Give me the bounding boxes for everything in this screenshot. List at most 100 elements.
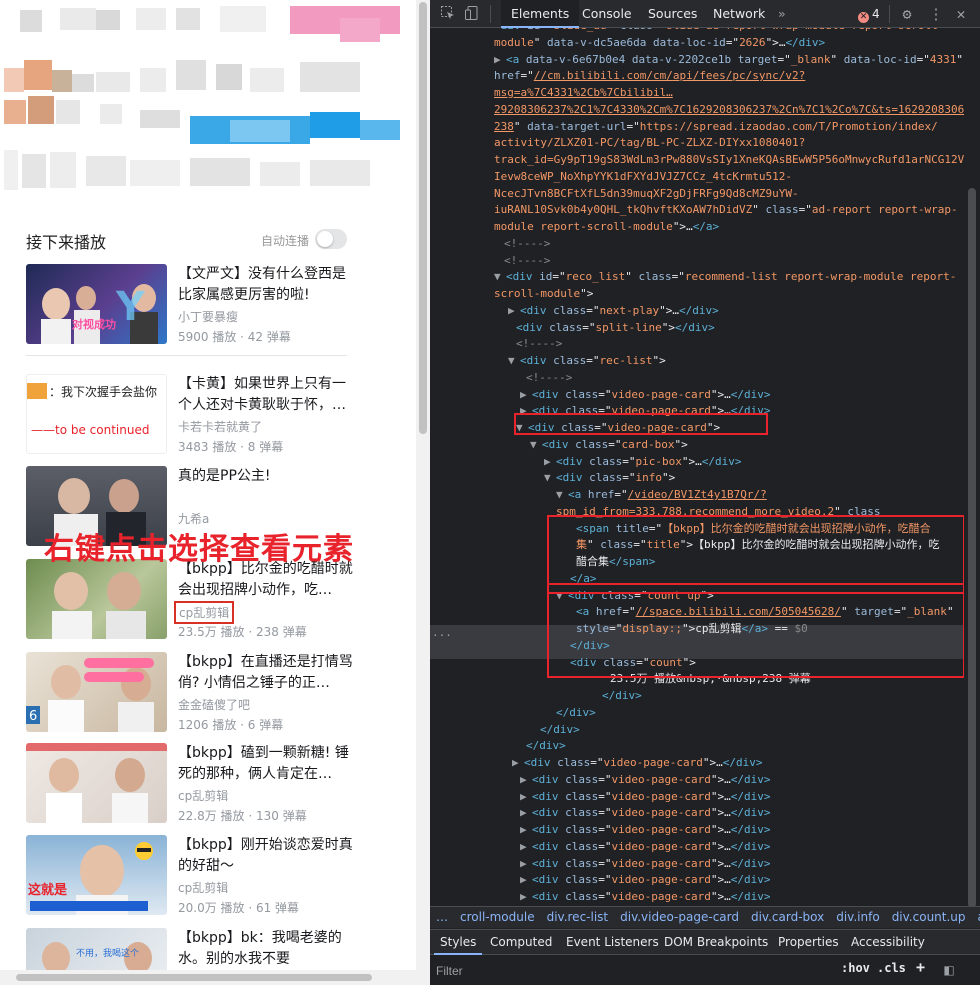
tab-properties[interactable]: Properties [772, 930, 845, 955]
tab-network[interactable]: Network [703, 0, 775, 28]
error-count-badge[interactable]: ✕ 4 [858, 7, 880, 23]
video-author[interactable]: 金金磕傻了吧 [178, 696, 250, 713]
dom-node-line[interactable]: 29208306237%2C1%7C4330%2Cm%7C16292083062… [494, 102, 964, 119]
page-horizontal-scrollbar[interactable] [0, 970, 416, 985]
dom-node-line[interactable]: ▼ <div id="reco_list" class="recommend-li… [494, 269, 956, 286]
dom-node-line[interactable]: module report-scroll-module">…</a> [494, 219, 719, 236]
dom-node-line[interactable]: module" data-v-dc5ae6da data-loc-id="262… [494, 35, 825, 52]
video-card[interactable]: ：我下次握手会盐你 ——to be continued 【卡黄】如果世界上只有一… [26, 374, 356, 456]
video-author[interactable]: cp乱剪辑 [178, 787, 228, 804]
device-toolbar-icon[interactable] [464, 5, 482, 23]
breadcrumb-item[interactable]: … [436, 910, 448, 924]
video-title[interactable]: 真的是PP公主! [178, 466, 353, 487]
video-title[interactable]: 【bkpp】bk：我喝老婆的水。别的水我不要 [178, 928, 353, 970]
inspect-element-icon[interactable] [439, 5, 457, 23]
dom-node-line[interactable]: ▼ <a href="/video/BV1Zt4y1B7Qr/? [556, 487, 767, 504]
dom-node-line[interactable]: ▶ <div class="video-page-card">…</div> [512, 755, 762, 772]
dom-node-line[interactable]: scroll-module"> [494, 286, 593, 303]
dom-node-line[interactable]: ▶ <a data-v-6e67b0e4 data-v-2202ce1b targ… [494, 52, 963, 69]
video-title[interactable]: 【卡黄】如果世界上只有一个人还对卡黄耿耿于怀，… [178, 374, 353, 416]
tab-accessibility[interactable]: Accessibility [845, 930, 931, 955]
dom-node-line[interactable]: ▼ <div class="rec-list"> [508, 353, 666, 370]
breadcrumb-item[interactable]: div.card-box [751, 910, 824, 924]
dom-tree[interactable]: ··· <div id="slide_ad" class="slide-ad r… [430, 28, 964, 904]
dom-node-line[interactable]: 238" data-target-url="https://spread.iza… [494, 119, 938, 136]
dom-node-line[interactable]: href="//cm.bilibili.com/cm/api/fees/pc/s… [494, 68, 805, 85]
breadcrumb-item[interactable]: div.rec-list [547, 910, 609, 924]
dom-node-line[interactable]: ▶ <div class="video-page-card">…</div> [520, 889, 770, 904]
dom-node-line[interactable]: <!----> [504, 253, 550, 270]
breadcrumb-item[interactable]: croll-module [460, 910, 535, 924]
dom-node-line[interactable]: </div> [556, 705, 596, 722]
cls-toggle[interactable]: .cls [877, 961, 906, 975]
tab-sources[interactable]: Sources [638, 0, 707, 28]
tab-computed[interactable]: Computed [484, 930, 558, 955]
dom-node-line[interactable]: track_id=Gy9pT19gS83WdLm3rPw880VsSIy1Xne… [494, 152, 964, 169]
dom-node-line[interactable]: <div class="split-line"></div> [516, 320, 715, 337]
dom-node-line[interactable]: </div> [526, 738, 566, 755]
dom-node-line[interactable]: ▼ <div class="info"> [544, 470, 675, 487]
video-author[interactable]: 卡若卡若就黄了 [178, 418, 262, 435]
more-tabs-button[interactable]: » [768, 0, 796, 28]
video-thumbnail[interactable]: ：我下次握手会盐你 ——to be continued [26, 374, 167, 454]
breadcrumb-item[interactable]: div.info [836, 910, 879, 924]
video-thumbnail[interactable]: 6 [26, 652, 167, 732]
page-scrollbar[interactable] [416, 0, 430, 985]
scrollbar-thumb[interactable] [16, 974, 372, 981]
new-style-rule-button[interactable]: + [916, 958, 925, 976]
video-thumbnail[interactable]: Y 对视成功 [26, 264, 167, 344]
video-card[interactable]: Y 对视成功 【文严文】没有什么登西是比家属感更厉害的啦! 小丁要暴瘦 5900… [26, 264, 356, 346]
dom-node-line[interactable]: <!----> [526, 370, 572, 387]
close-icon[interactable]: ✕ [952, 5, 970, 23]
dom-node-line[interactable]: ▶ <div class="video-page-card">…</div> [520, 805, 770, 822]
dom-node-line[interactable]: </div> [602, 688, 642, 705]
video-author-highlighted[interactable]: cp乱剪辑 [174, 601, 235, 624]
autoplay-toggle[interactable] [315, 229, 347, 249]
dom-node-line[interactable]: ▶ <div class="video-page-card">…</div> [520, 387, 770, 404]
kebab-menu-icon[interactable]: ⋮ [927, 5, 945, 23]
breadcrumb-item[interactable]: div.video-page-card [620, 910, 739, 924]
video-card[interactable]: 【bkpp】磕到一颗新糖! 锤死的那种，俩人肯定在… cp乱剪辑 22.8万 播… [26, 743, 356, 825]
tab-elements[interactable]: Elements [501, 0, 580, 28]
video-title[interactable]: 【bkpp】刚开始谈恋爱时真的好甜～ [178, 835, 353, 877]
scrollbar-thumb[interactable] [968, 188, 976, 908]
video-card-inspected[interactable]: 【bkpp】比尔金的吃醋时就会出现招牌小动作，吃… cp乱剪辑 23.5万 播放… [26, 559, 356, 641]
scrollbar-thumb[interactable] [419, 2, 427, 434]
breadcrumb-item[interactable]: div.count.up [892, 910, 966, 924]
dom-node-line[interactable]: </div> [540, 722, 580, 739]
dom-node-line[interactable]: ▶ <div class="video-page-card">…</div> [520, 872, 770, 889]
video-title[interactable]: 【bkpp】磕到一颗新糖! 锤死的那种，俩人肯定在… [178, 743, 353, 785]
dom-node-line[interactable]: msg=a%7C4331%2Cb%7Cbilibil… [494, 85, 673, 102]
dom-node-line[interactable]: iuRANL10Svk0b4y0QHL_tkQhvftKXoAW7hDidVZ"… [494, 202, 958, 219]
dom-node-line[interactable]: ▶ <div class="video-page-card">…</div> [520, 856, 770, 873]
hov-toggle[interactable]: :hov [841, 961, 870, 975]
tab-event-listeners[interactable]: Event Listeners [560, 930, 665, 955]
dom-node-line[interactable]: Ievw8ceWP_NoXhpYYK1dFXYdJVJZ7CCz_4tcKrmt… [494, 169, 792, 186]
video-card[interactable]: 这就是 【bkpp】刚开始谈恋爱时真的好甜～ cp乱剪辑 20.0万 播放 · … [26, 835, 356, 917]
video-author[interactable]: 小丁要暴瘦 [178, 308, 238, 325]
video-title[interactable]: 【bkpp】在直播还是打情骂俏? 小情侣之锤子的正… [178, 652, 353, 694]
dom-node-line[interactable]: ▶ <div class="pic-box">…</div> [544, 454, 741, 471]
tab-styles[interactable]: Styles [434, 930, 483, 955]
dom-node-line[interactable]: ▶ <div class="next-play">…</div> [508, 303, 719, 320]
dom-node-line[interactable]: activity/ZLXZ01-PC/tag/BL-PC-ZLXZ-DIYxx1… [494, 135, 805, 152]
video-title[interactable]: 【文严文】没有什么登西是比家属感更厉害的啦! [178, 264, 353, 306]
video-thumbnail[interactable]: 这就是 [26, 835, 167, 915]
video-author[interactable]: cp乱剪辑 [178, 879, 228, 896]
dom-node-line[interactable]: <!----> [516, 336, 562, 353]
dom-node-line[interactable]: ▶ <div class="video-page-card">…</div> [520, 839, 770, 856]
tab-dom-breakpoints[interactable]: DOM Breakpoints [658, 930, 774, 955]
dom-node-line[interactable]: ▶ <div class="video-page-card">…</div> [520, 772, 770, 789]
dom-node-line[interactable]: NcecJTvn8BCFtXfL5dn39muqXF2gDjFRFg9Qd8cM… [494, 186, 799, 203]
video-thumbnail[interactable] [26, 559, 167, 639]
gear-icon[interactable]: ⚙ [898, 5, 916, 23]
filter-input[interactable] [436, 961, 816, 980]
dom-node-line[interactable]: <!----> [504, 236, 550, 253]
video-card[interactable]: 6 【bkpp】在直播还是打情骂俏? 小情侣之锤子的正… 金金磕傻了吧 1206… [26, 652, 356, 734]
dom-node-line[interactable]: ▶ <div class="video-page-card">…</div> [520, 822, 770, 839]
dom-node-line[interactable]: ▶ <div class="video-page-card">…</div> [520, 789, 770, 806]
video-thumbnail[interactable] [26, 743, 167, 823]
dom-node-line[interactable]: ▼ <div class="card-box"> [530, 437, 688, 454]
dom-tree-scrollbar[interactable] [964, 28, 980, 908]
toggle-sidebar-icon[interactable]: ◧ [940, 961, 958, 979]
